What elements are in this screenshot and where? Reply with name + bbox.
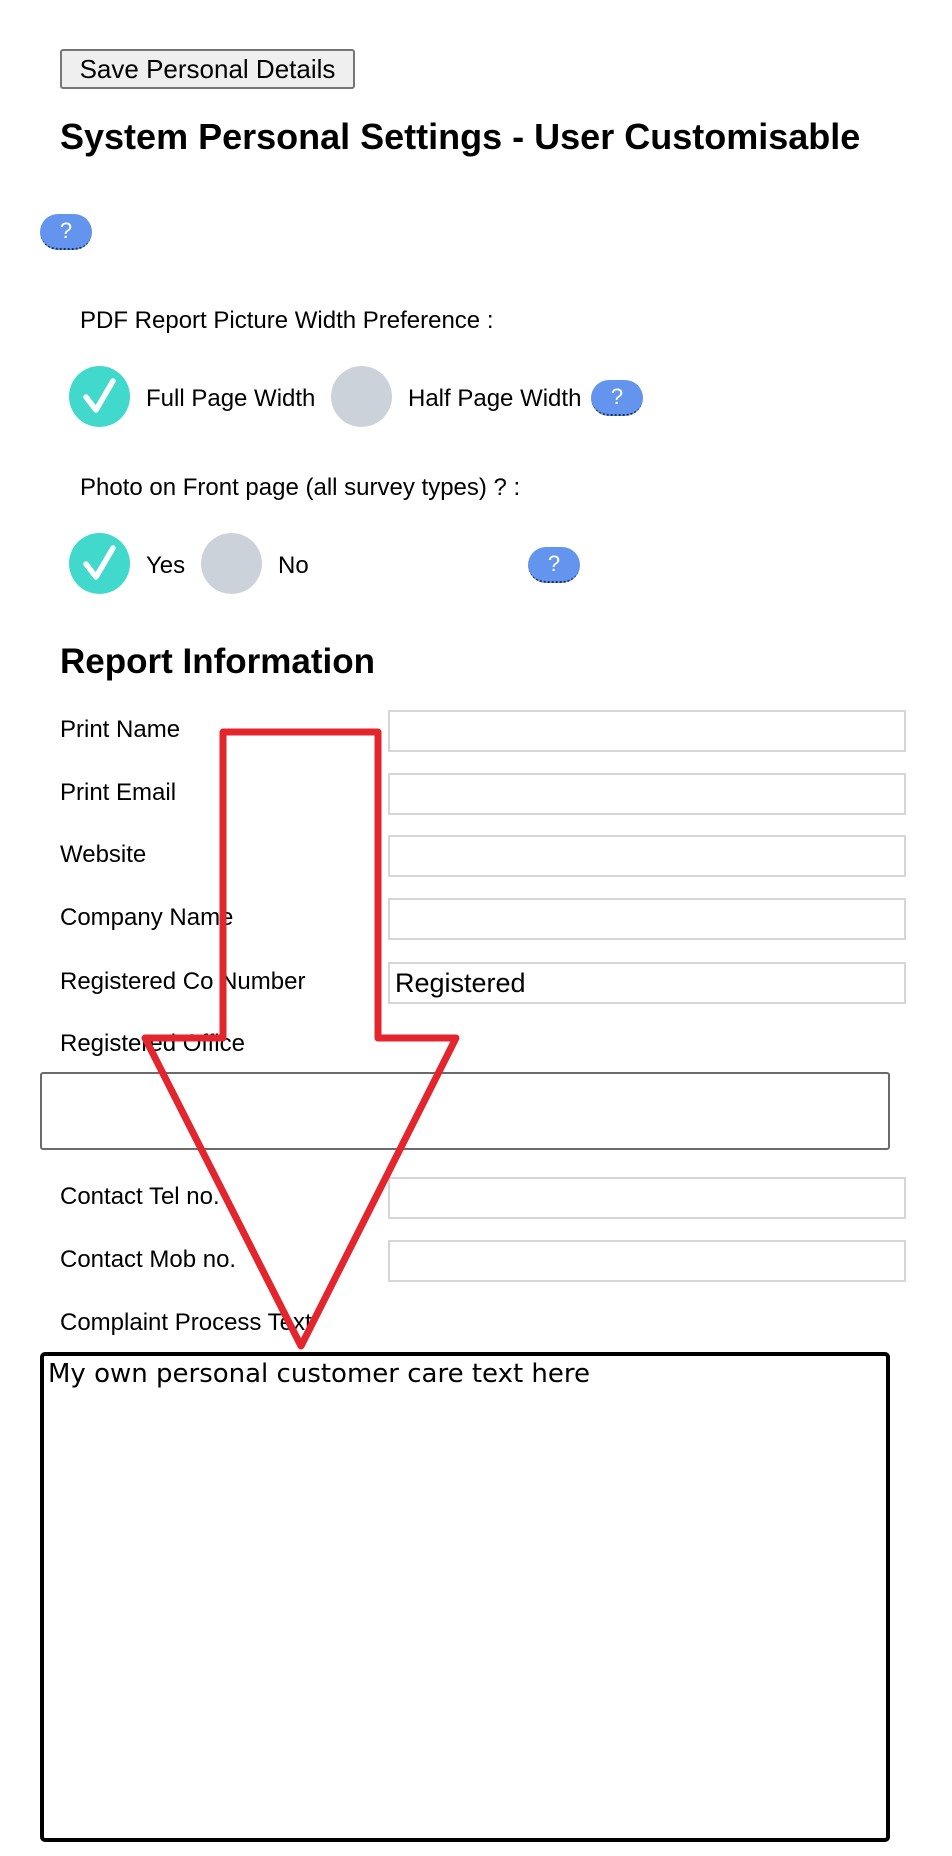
website-label: Website — [60, 841, 147, 868]
radio-label-yes: Yes — [146, 552, 186, 579]
contact-tel-label: Contact Tel no. — [60, 1183, 220, 1210]
company-name-label: Company Name — [60, 904, 234, 931]
contact-tel-input[interactable] — [388, 1177, 906, 1219]
registered-office-label: Registered Office — [60, 1030, 245, 1057]
radio-full-page-width[interactable] — [69, 366, 130, 427]
radio-label-full-page-width: Full Page Width — [146, 385, 316, 412]
checkmark-icon — [83, 378, 116, 413]
front-photo-question: Photo on Front page (all survey types) ?… — [80, 474, 521, 501]
checkmark-icon — [83, 545, 116, 580]
registered-office-textarea[interactable] — [40, 1072, 890, 1150]
print-name-label: Print Name — [60, 716, 181, 743]
registered-co-number-label: Registered Co Number — [60, 968, 306, 995]
report-information-heading: Report Information — [60, 642, 375, 681]
radio-half-page-width[interactable] — [331, 366, 392, 427]
website-input[interactable] — [388, 835, 906, 877]
help-button-pdf-width[interactable]: ? — [591, 380, 643, 416]
print-name-input[interactable] — [388, 710, 906, 752]
radio-front-photo-yes[interactable] — [69, 533, 130, 594]
save-personal-details-button[interactable]: Save Personal Details — [60, 49, 355, 89]
print-email-label: Print Email — [60, 779, 177, 806]
contact-mob-label: Contact Mob no. — [60, 1246, 237, 1273]
complaint-process-label: Complaint Process Text — [60, 1309, 312, 1336]
registered-co-number-input[interactable] — [388, 962, 906, 1004]
radio-label-no: No — [278, 552, 309, 579]
radio-front-photo-no[interactable] — [201, 533, 262, 594]
print-email-input[interactable] — [388, 773, 906, 815]
page-title: System Personal Settings - User Customis… — [60, 116, 861, 157]
contact-mob-input[interactable] — [388, 1240, 906, 1282]
company-name-input[interactable] — [388, 898, 906, 940]
complaint-process-textarea[interactable]: My own personal customer care text here — [40, 1352, 890, 1842]
help-button-front-photo[interactable]: ? — [528, 547, 580, 583]
help-button-general[interactable]: ? — [40, 214, 92, 250]
radio-label-half-page-width: Half Page Width — [408, 385, 582, 412]
pdf-width-question: PDF Report Picture Width Preference : — [80, 307, 494, 334]
